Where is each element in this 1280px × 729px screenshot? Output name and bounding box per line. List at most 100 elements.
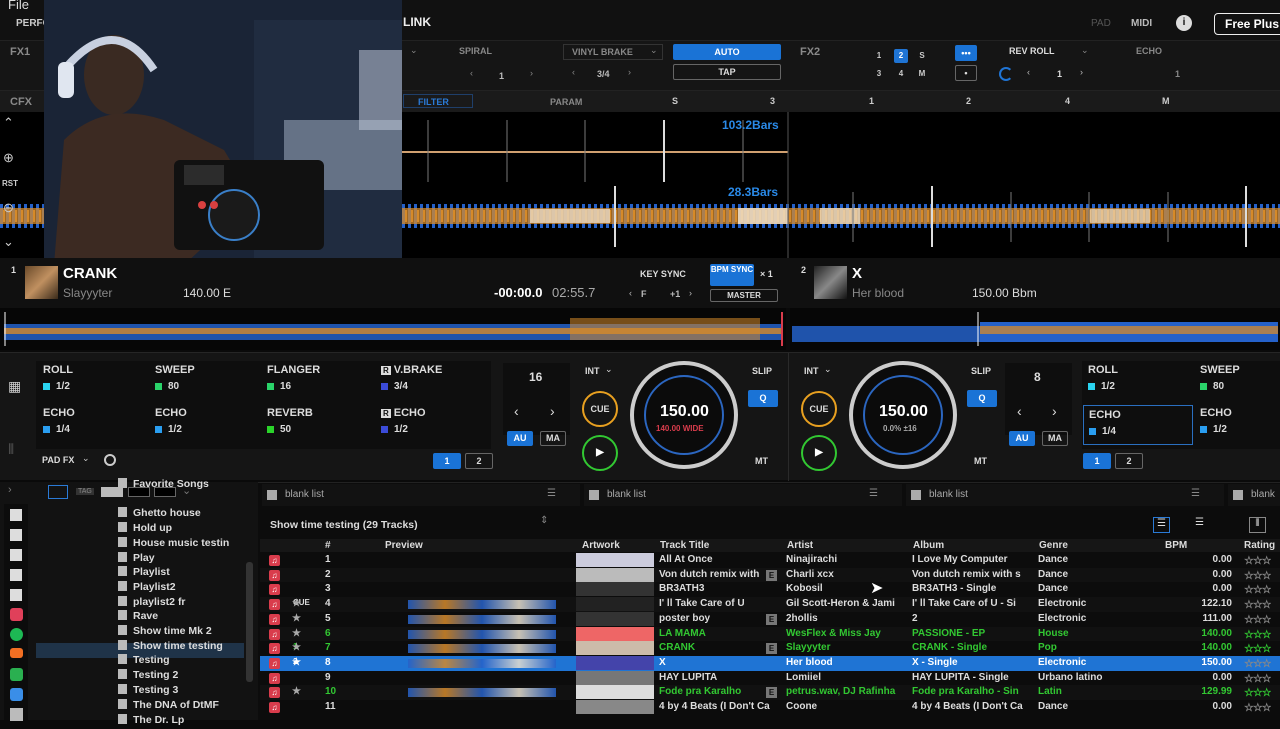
sidebar-item-favorite-songs[interactable]: Favorite Songs	[118, 478, 209, 493]
soundcloud-icon[interactable]	[10, 648, 23, 658]
list-view-icon[interactable]: ☰	[1153, 517, 1170, 533]
deck2-page-1[interactable]: 1	[1083, 453, 1111, 469]
fx1-spiral-name[interactable]: SPIRAL	[459, 46, 492, 56]
deck1-int-select[interactable]: INT	[585, 366, 600, 376]
deck1-cue-button[interactable]: CUE	[582, 391, 618, 427]
preview-waveform[interactable]	[408, 688, 556, 698]
dot-button[interactable]: •	[955, 65, 977, 81]
sidebar-item-the-dna-of-dtmf[interactable]: The DNA of DtMF	[118, 699, 219, 714]
deck1-pad-fx-3[interactable]: FLANGER 16	[267, 364, 377, 404]
deck2-page-2[interactable]: 2	[1115, 453, 1143, 469]
col-bpm[interactable]: BPM	[1165, 540, 1187, 551]
list-icon[interactable]	[10, 529, 22, 541]
grid-icon[interactable]	[10, 589, 22, 601]
free-plus-button[interactable]: Free Plus	[1214, 13, 1280, 35]
deck1-pad-fx-6[interactable]: ECHO 1/2	[155, 407, 265, 447]
sidebar-item-testing-2[interactable]: Testing 2	[118, 669, 178, 684]
master-button[interactable]: MASTER	[710, 289, 778, 302]
zoom-in-icon[interactable]: ⊕	[3, 150, 14, 166]
rating-stars[interactable]: ☆☆☆	[1244, 672, 1271, 685]
deck2-pad-fx-2[interactable]: SWEEP 80	[1200, 364, 1278, 404]
table-row[interactable]: ♫ 2 ★ 8 X Her blood X - Single Electronic 150.00…	[260, 655, 1280, 671]
chevron-down-icon[interactable]: ⌄	[3, 234, 14, 250]
preview-waveform[interactable]	[408, 658, 556, 668]
sidebar-item-testing[interactable]: Testing	[118, 654, 170, 669]
chevron-left-icon[interactable]: ‹	[470, 68, 473, 78]
cfx-3[interactable]: 3	[770, 96, 775, 106]
cfx-param[interactable]: PARAM	[550, 97, 582, 107]
deck2-overview-waveform[interactable]	[790, 308, 1280, 350]
zoom-out-icon[interactable]: ⊖	[3, 200, 14, 216]
deck2-cue-button[interactable]: CUE	[801, 391, 837, 427]
sidebar-item-hold-up[interactable]: Hold up	[118, 522, 172, 537]
deck1-jog-wheel[interactable]: 150.00 140.00 WIDE	[630, 361, 738, 469]
detail-view-icon[interactable]: ☰	[1191, 517, 1208, 533]
chevron-down-icon[interactable]: ⌄	[824, 364, 832, 375]
preview-waveform[interactable]	[408, 644, 556, 654]
reset-button[interactable]: RST	[2, 179, 18, 188]
deck1-slip-button[interactable]: SLIP	[752, 366, 772, 376]
browser-tab-2[interactable]: blank list ☰	[584, 484, 902, 506]
table-row[interactable]: ♫ 2 Von dutch remix with E Charli xcx Von dut…	[260, 567, 1280, 583]
rating-stars[interactable]: ☆☆☆	[1244, 583, 1271, 596]
table-row[interactable]: ♫ ★ 5 poster boy E 2hollis 2 Electronic 111.00 ☆☆…	[260, 611, 1280, 627]
deck1-pad-fx-8[interactable]: R ECHO 1/2	[381, 407, 491, 447]
chevron-left-icon[interactable]: ‹	[1017, 403, 1022, 419]
apple-music-icon[interactable]	[10, 608, 23, 621]
deck1-pad-fx-1[interactable]: ROLL 1/2	[43, 364, 153, 404]
tag-button[interactable]: TAG	[76, 488, 94, 495]
sidebar-item-testing-3[interactable]: Testing 3	[118, 684, 178, 699]
table-row[interactable]: ♫ 3 BR3ATH3 Kobosil BR3ATH3 - Single Dance 0.0…	[260, 582, 1280, 597]
menu-icon[interactable]: ☰	[547, 488, 556, 499]
file-menu[interactable]: File	[8, 0, 29, 12]
menu-icon[interactable]: ☰	[1191, 488, 1200, 499]
deck1-overview-waveform[interactable]	[0, 308, 786, 350]
table-row[interactable]: ♫ ★ 10 Fode pra Karalho Epetrus.wav, DJ Rafi…	[260, 685, 1280, 700]
deck2-au-button[interactable]: AU	[1009, 431, 1035, 446]
sidebar-item-house-music-testin[interactable]: House music testin	[118, 537, 229, 552]
fx2-assign-m[interactable]: M	[915, 67, 929, 81]
rating-stars[interactable]: ☆☆☆	[1244, 598, 1271, 611]
spotify-icon[interactable]	[10, 628, 23, 641]
menu-icon[interactable]: ☰	[869, 488, 878, 499]
deck1-beat-length[interactable]: 16	[529, 370, 542, 384]
sidebar-item-show-time-testing[interactable]: Show time testing	[118, 640, 223, 655]
sync-multiplier[interactable]: × 1	[760, 269, 773, 279]
rating-stars[interactable]: ☆☆☆	[1244, 569, 1271, 582]
deck1-quantize-button[interactable]: Q	[748, 390, 778, 407]
table-row[interactable]: ♫ 1 ★ 7 CRANK E Slayyyter CRANK - Single Pop 140.…	[260, 641, 1280, 656]
rating-stars[interactable]: ☆☆☆	[1244, 657, 1271, 670]
columns-view-icon[interactable]: ⦀	[1249, 517, 1266, 533]
col-genre[interactable]: Genre	[1039, 540, 1068, 551]
deck2-pad-fx-3[interactable]: ECHO 1/4	[1083, 405, 1193, 445]
settings-icon[interactable]	[10, 569, 22, 581]
chevron-right-icon[interactable]: ›	[550, 403, 555, 419]
col-artist[interactable]: Artist	[787, 540, 813, 551]
deck1-pad-fx-4[interactable]: R V.BRAKE 3/4	[381, 364, 491, 404]
rating-stars[interactable]: ☆☆☆	[1244, 686, 1271, 699]
beatsource-icon[interactable]	[10, 668, 23, 681]
sidebar-item-ghetto-house[interactable]: Ghetto house	[118, 507, 201, 522]
tap-button[interactable]: TAP	[673, 64, 781, 80]
chevron-down-icon[interactable]: ⌄	[1081, 45, 1089, 56]
pad-fx-label[interactable]: PAD FX	[42, 455, 74, 465]
col-artwork[interactable]: Artwork	[582, 540, 620, 551]
rating-stars[interactable]: ☆☆☆	[1244, 613, 1271, 626]
cfx-filter[interactable]: FILTER	[403, 94, 473, 108]
deck2-slip-button[interactable]: SLIP	[971, 366, 991, 376]
deck2-int-select[interactable]: INT	[804, 366, 819, 376]
browser-tab-3[interactable]: blank list ☰	[906, 484, 1224, 506]
deck2-beat-length[interactable]: 8	[1034, 370, 1041, 384]
table-row[interactable]: ♫ ★ 6 LA MAMA WesFlex & Miss Jay PASSIONE - E…	[260, 626, 1280, 642]
sidebar-item-play[interactable]: Play	[118, 552, 155, 567]
chevron-right-icon[interactable]: ›	[1052, 403, 1057, 419]
deck1-play-button[interactable]: ▶	[582, 435, 618, 471]
chevron-left-icon[interactable]: ‹	[514, 403, 519, 419]
table-row[interactable]: ♫ 11 4 by 4 Beats (I Don't Ca Coone 4 by 4 B…	[260, 700, 1280, 715]
deck2-pad-fx-1[interactable]: ROLL 1/2	[1088, 364, 1198, 404]
rotate-icon[interactable]	[999, 67, 1013, 81]
pad-button[interactable]: PAD	[1091, 18, 1111, 29]
chevron-down-icon[interactable]: ⌄	[650, 45, 658, 56]
bookmark-icon[interactable]	[10, 509, 22, 521]
deck2-mt-button[interactable]: MT	[974, 456, 987, 466]
